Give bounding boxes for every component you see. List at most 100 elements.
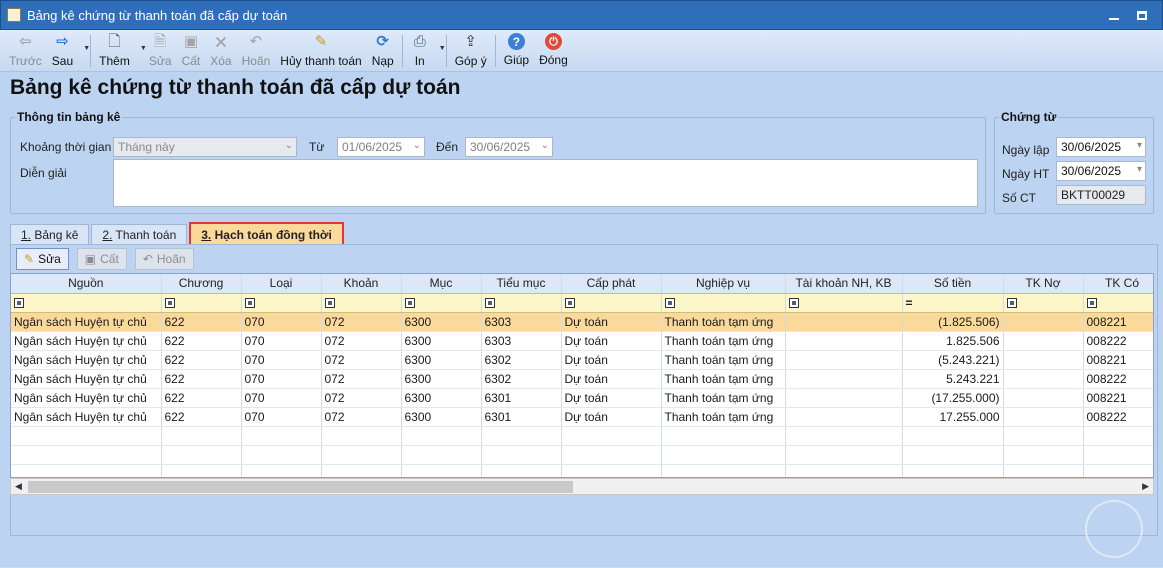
table-cell[interactable]: 622	[161, 350, 242, 370]
table-row[interactable]: Ngân sách Huyện tự chủ 622 070 072 6300 6302 D…	[11, 369, 1153, 389]
table-cell[interactable]: 008222	[1083, 369, 1153, 389]
filter-cell[interactable]	[661, 293, 786, 313]
table-cell[interactable]: 6303	[481, 331, 562, 351]
help-button[interactable]: ? Giúp	[499, 30, 534, 70]
table-cell[interactable]: 6301	[481, 407, 562, 427]
table-cell[interactable]: 008221	[1083, 312, 1153, 332]
grid-save-button[interactable]: ▣ Cất	[76, 248, 127, 270]
table-cell[interactable]: 072	[321, 407, 402, 427]
maximize-button[interactable]	[1128, 6, 1156, 24]
table-cell[interactable]: 070	[241, 369, 322, 389]
filter-cell[interactable]	[1003, 293, 1084, 313]
post-date-field[interactable]: 30/06/2025 ▾	[1056, 161, 1146, 181]
column-header[interactable]: Chương	[161, 274, 242, 294]
table-cell[interactable]: Ngân sách Huyện tự chủ	[11, 331, 162, 351]
filter-cell[interactable]	[401, 293, 482, 313]
table-cell[interactable]: Ngân sách Huyện tự chủ	[11, 369, 162, 389]
table-cell[interactable]: 072	[321, 350, 402, 370]
scroll-right-icon[interactable]: ▶	[1142, 481, 1149, 492]
add-button[interactable]: 🗋 Thêm ▼	[94, 30, 147, 70]
edit-button[interactable]: 🗎 Sửa	[144, 30, 177, 70]
table-cell[interactable]: Thanh toán tạm ứng	[661, 407, 786, 427]
table-cell[interactable]: Dự toán	[561, 407, 662, 427]
table-cell[interactable]: (1.825.506)	[902, 312, 1004, 332]
table-cell[interactable]: 008222	[1083, 407, 1153, 427]
table-cell[interactable]: Thanh toán tạm ứng	[661, 388, 786, 408]
filter-cell[interactable]	[785, 293, 903, 313]
next-button[interactable]: ⇨ Sau ▼	[47, 30, 90, 70]
table-cell[interactable]: (17.255.000)	[902, 388, 1004, 408]
table-cell[interactable]: 622	[161, 407, 242, 427]
table-cell[interactable]	[1003, 350, 1084, 370]
tab-thanh-toan[interactable]: 2. Thanh toán	[91, 224, 188, 246]
table-cell[interactable]: 6302	[481, 369, 562, 389]
table-cell[interactable]	[1003, 331, 1084, 351]
table-row[interactable]: Ngân sách Huyện tự chủ 622 070 072 6300 6303 D…	[11, 312, 1153, 332]
period-select[interactable]: Tháng này ⌄	[113, 137, 297, 157]
table-cell[interactable]: 6303	[481, 312, 562, 332]
table-cell[interactable]	[785, 388, 903, 408]
table-cell[interactable]	[785, 369, 903, 389]
prev-button[interactable]: ⇦ Trước	[4, 30, 47, 70]
table-cell[interactable]: 072	[321, 369, 402, 389]
table-cell[interactable]: 17.255.000	[902, 407, 1004, 427]
filter-cell[interactable]	[481, 293, 562, 313]
table-cell[interactable]: 072	[321, 331, 402, 351]
table-cell[interactable]: 622	[161, 388, 242, 408]
column-header[interactable]: Khoản	[321, 274, 402, 294]
table-cell[interactable]: Ngân sách Huyện tự chủ	[11, 407, 162, 427]
table-cell[interactable]: Thanh toán tạm ứng	[661, 369, 786, 389]
minimize-button[interactable]	[1100, 6, 1128, 24]
table-cell[interactable]: 622	[161, 369, 242, 389]
column-header[interactable]: Cấp phát	[561, 274, 662, 294]
table-cell[interactable]: Dự toán	[561, 312, 662, 332]
filter-cell[interactable]	[11, 293, 162, 313]
filter-cell[interactable]	[161, 293, 242, 313]
table-cell[interactable]: Ngân sách Huyện tự chủ	[11, 350, 162, 370]
table-cell[interactable]: 008222	[1083, 331, 1153, 351]
column-header[interactable]: Mục	[401, 274, 482, 294]
scroll-left-icon[interactable]: ◀	[15, 481, 22, 492]
table-cell[interactable]: 6300	[401, 388, 482, 408]
chevron-down-icon[interactable]: ▼	[439, 45, 446, 52]
voucher-date-field[interactable]: 30/06/2025 ▾	[1056, 137, 1146, 157]
table-row[interactable]: Ngân sách Huyện tự chủ 622 070 072 6300 6301 D…	[11, 407, 1153, 427]
filter-cell[interactable]: =	[902, 293, 1004, 313]
table-row[interactable]: Ngân sách Huyện tự chủ 622 070 072 6300 6303 D…	[11, 331, 1153, 351]
table-cell[interactable]: 070	[241, 388, 322, 408]
table-cell[interactable]: 6302	[481, 350, 562, 370]
table-row[interactable]: Ngân sách Huyện tự chủ 622 070 072 6300 6301 D…	[11, 388, 1153, 408]
cancel-payment-button[interactable]: ✎ Hủy thanh toán	[275, 30, 366, 70]
table-cell[interactable]: Dự toán	[561, 350, 662, 370]
table-cell[interactable]: 070	[241, 331, 322, 351]
table-cell[interactable]: 622	[161, 312, 242, 332]
column-header[interactable]: TK Nợ	[1003, 274, 1084, 294]
chevron-down-icon[interactable]: ▼	[83, 45, 90, 52]
table-cell[interactable]: 5.243.221	[902, 369, 1004, 389]
filter-cell[interactable]	[241, 293, 322, 313]
table-cell[interactable]: 6300	[401, 407, 482, 427]
table-row[interactable]: Ngân sách Huyện tự chủ 622 070 072 6300 6302 D…	[11, 350, 1153, 370]
column-header[interactable]: Tiểu mục	[481, 274, 562, 294]
filter-cell[interactable]	[321, 293, 402, 313]
filter-cell[interactable]	[1083, 293, 1153, 313]
table-cell[interactable]	[785, 331, 903, 351]
column-header[interactable]: Số tiền	[902, 274, 1004, 294]
table-cell[interactable]: Thanh toán tạm ứng	[661, 312, 786, 332]
table-cell[interactable]	[785, 407, 903, 427]
table-cell[interactable]: Dự toán	[561, 331, 662, 351]
table-cell[interactable]	[1003, 312, 1084, 332]
column-header[interactable]: Tài khoản NH, KB	[785, 274, 903, 294]
column-header[interactable]: Nghiệp vụ	[661, 274, 786, 294]
column-header[interactable]: Nguồn	[11, 274, 162, 294]
voucher-number-field[interactable]: BKTT00029	[1056, 185, 1146, 205]
table-cell[interactable]: 070	[241, 350, 322, 370]
table-cell[interactable]: Ngân sách Huyện tự chủ	[11, 312, 162, 332]
table-cell[interactable]: Thanh toán tạm ứng	[661, 350, 786, 370]
table-cell[interactable]: 008221	[1083, 350, 1153, 370]
to-date-field[interactable]: 30/06/2025 ⌄	[465, 137, 553, 157]
table-cell[interactable]: Dự toán	[561, 388, 662, 408]
close-button[interactable]: ⏻ Đóng	[534, 30, 573, 70]
table-cell[interactable]	[1003, 388, 1084, 408]
from-date-field[interactable]: 01/06/2025 ⌄	[337, 137, 425, 157]
